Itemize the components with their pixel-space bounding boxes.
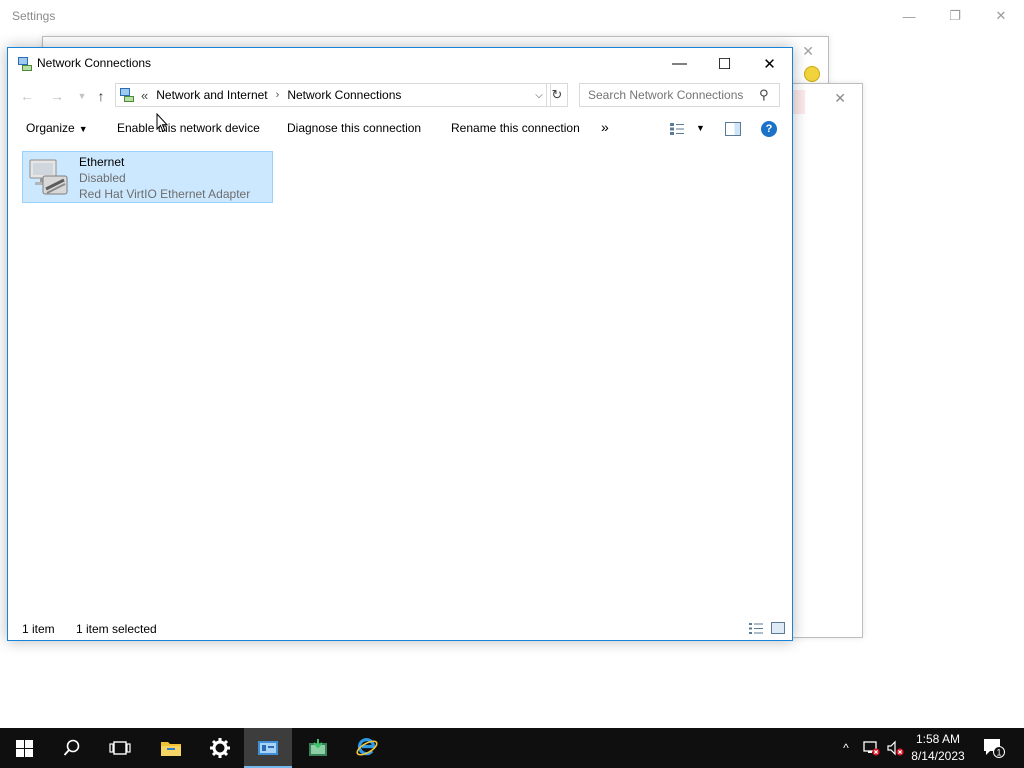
breadcrumb-network-connections[interactable]: Network Connections [287, 88, 401, 102]
server-manager-icon [309, 739, 327, 756]
taskbar-internet-explorer[interactable] [343, 728, 391, 768]
network-connections-window: Network Connections — ☐ ✕ ← → ▼ ↑ « Netw… [7, 47, 793, 641]
breadcrumb-separator-icon[interactable]: › [276, 89, 280, 101]
refresh-icon[interactable]: ↻ [546, 83, 568, 107]
background-window-2: ✕ [790, 83, 863, 638]
maximize-button[interactable]: ☐ [702, 48, 747, 79]
network-status-tray[interactable] [860, 728, 882, 768]
organize-label: Organize [26, 121, 75, 135]
connection-item-ethernet[interactable]: Ethernet Disabled Red Hat VirtIO Etherne… [22, 151, 273, 203]
organize-menu[interactable]: Organize ▼ [26, 121, 88, 135]
taskbar-control-panel[interactable] [244, 728, 292, 768]
view-options-caret-icon[interactable]: ▼ [696, 123, 705, 133]
organize-caret-icon: ▼ [78, 124, 88, 134]
windows-logo-icon [15, 739, 33, 757]
item-count: 1 item [22, 622, 55, 636]
settings-restore-button[interactable]: ❐ [932, 0, 978, 32]
back-arrow-icon[interactable]: ← [16, 85, 38, 107]
taskbar: ^ 1:58 AM 8/14/2023 1 [0, 728, 1024, 768]
help-icon[interactable]: ? [761, 121, 777, 137]
selection-count: 1 item selected [76, 622, 157, 636]
preview-pane-icon[interactable] [725, 122, 741, 136]
command-bar: Organize ▼ Enable this network device Dia… [8, 114, 792, 144]
connection-status: Disabled [79, 171, 126, 185]
mouse-cursor-icon [156, 113, 168, 133]
settings-gear-icon [210, 738, 230, 758]
navigation-row: ← → ▼ ↑ « Network and Internet › Network… [8, 81, 792, 110]
clock-time: 1:58 AM [915, 732, 961, 746]
notifications-icon: 1 [984, 739, 1005, 758]
window-controls: — ☐ ✕ [657, 48, 792, 79]
rename-connection-button[interactable]: Rename this connection [451, 121, 580, 135]
task-view-button[interactable] [96, 728, 144, 768]
status-bar: 1 item 1 item selected [8, 619, 792, 640]
minimize-button[interactable]: — [657, 48, 702, 79]
task-view-icon [109, 741, 131, 755]
network-disconnected-icon [863, 741, 880, 756]
smiley-icon [804, 66, 820, 82]
window-title: Network Connections [37, 56, 152, 70]
breadcrumb-overflow-icon[interactable]: « [141, 88, 148, 103]
more-commands-button[interactable]: » [601, 119, 609, 135]
settings-minimize-button[interactable]: — [886, 0, 932, 32]
settings-close-button[interactable]: ✕ [978, 0, 1024, 32]
title-bar[interactable]: Network Connections — ☐ ✕ [8, 48, 792, 79]
background-window-2-close-icon[interactable]: ✕ [834, 90, 846, 107]
network-connections-app-icon [18, 57, 32, 71]
clock-date: 8/14/2023 [911, 749, 965, 763]
settings-window-title: Settings [12, 9, 56, 23]
action-center-button[interactable]: 1 [980, 728, 1008, 768]
taskbar-clock[interactable]: 1:58 AM 8/14/2023 [904, 731, 972, 765]
search-icon[interactable]: ⚲ [759, 87, 769, 103]
taskbar-settings[interactable] [196, 728, 244, 768]
start-button[interactable] [0, 728, 48, 768]
ethernet-adapter-icon [29, 159, 68, 195]
show-hidden-icons-button[interactable]: ^ [836, 728, 856, 768]
breadcrumb-network-and-internet[interactable]: Network and Internet [156, 88, 267, 102]
diagnose-connection-button[interactable]: Diagnose this connection [287, 121, 421, 135]
connection-name: Ethernet [79, 155, 125, 169]
address-bar[interactable]: « Network and Internet › Network Connect… [115, 83, 551, 107]
search-input[interactable] [579, 83, 780, 107]
up-arrow-icon[interactable]: ↑ [90, 85, 112, 107]
details-view-icon[interactable] [748, 622, 764, 635]
settings-window-controls: — ❐ ✕ [886, 0, 1024, 32]
volume-tray[interactable] [884, 728, 906, 768]
taskbar-file-explorer[interactable] [147, 728, 195, 768]
search-button[interactable] [48, 728, 96, 768]
connection-adapter: Red Hat VirtIO Ethernet Adapter [79, 187, 251, 201]
enable-device-button[interactable]: Enable this network device [117, 121, 260, 135]
forward-arrow-icon[interactable]: → [46, 85, 68, 107]
background-window-highlight [793, 90, 805, 114]
large-icons-view-icon[interactable] [771, 622, 785, 634]
internet-explorer-icon [356, 738, 378, 756]
volume-muted-icon [887, 740, 904, 756]
file-explorer-icon [161, 742, 181, 756]
taskbar-server-manager[interactable] [294, 728, 342, 768]
control-panel-icon [258, 741, 278, 755]
background-window-close-icon: ✕ [802, 43, 814, 59]
connections-list: Ethernet Disabled Red Hat VirtIO Etherne… [8, 146, 792, 618]
close-button[interactable]: ✕ [747, 48, 792, 79]
network-folder-icon [120, 88, 134, 102]
change-view-icon[interactable] [669, 122, 685, 136]
notification-count: 1 [996, 748, 1001, 758]
taskbar-search-icon [63, 739, 80, 756]
